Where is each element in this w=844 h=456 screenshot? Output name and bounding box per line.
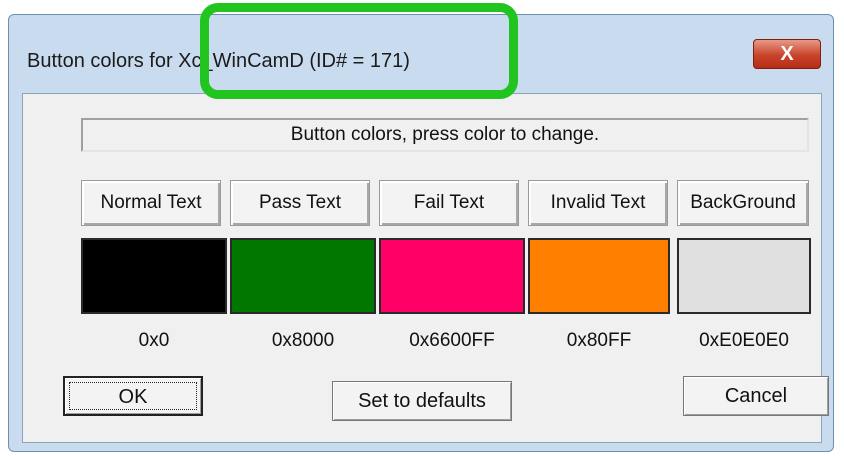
- fail-text-hex: 0x6600FF: [409, 330, 495, 351]
- background-hex: 0xE0E0E0: [699, 330, 789, 351]
- background-color-swatch[interactable]: [677, 238, 811, 314]
- fail-text-color-swatch[interactable]: [379, 238, 525, 314]
- focus-ring: [69, 382, 197, 410]
- invalid-text-hex: 0x80FF: [566, 330, 632, 351]
- pass-text-button[interactable]: Pass Text: [230, 180, 370, 226]
- cancel-button[interactable]: Cancel: [683, 376, 829, 416]
- fail-text-button[interactable]: Fail Text: [379, 180, 519, 226]
- set-to-defaults-button[interactable]: Set to defaults: [332, 381, 512, 421]
- dialog-client-area: Button colors, press color to change. No…: [22, 93, 829, 443]
- normal-text-button[interactable]: Normal Text: [81, 180, 221, 226]
- pass-text-color-swatch[interactable]: [230, 238, 376, 314]
- invalid-text-color-swatch[interactable]: [528, 238, 670, 314]
- invalid-text-button[interactable]: Invalid Text: [528, 180, 668, 226]
- window-title: Button colors for Xc_WinCamD (ID# = 171): [27, 50, 410, 72]
- pass-text-hex: 0x8000: [271, 330, 335, 351]
- info-text: Button colors, press color to change.: [81, 118, 809, 152]
- ok-button[interactable]: OK: [63, 376, 203, 416]
- title-bar[interactable]: Button colors for Xc_WinCamD (ID# = 171)…: [9, 15, 833, 93]
- close-icon: X: [780, 43, 794, 65]
- dialog-window: Button colors for Xc_WinCamD (ID# = 171)…: [8, 14, 834, 452]
- normal-text-color-swatch[interactable]: [81, 238, 227, 314]
- background-button[interactable]: BackGround: [677, 180, 809, 226]
- close-button[interactable]: X: [753, 39, 821, 69]
- normal-text-hex: 0x0: [138, 330, 170, 351]
